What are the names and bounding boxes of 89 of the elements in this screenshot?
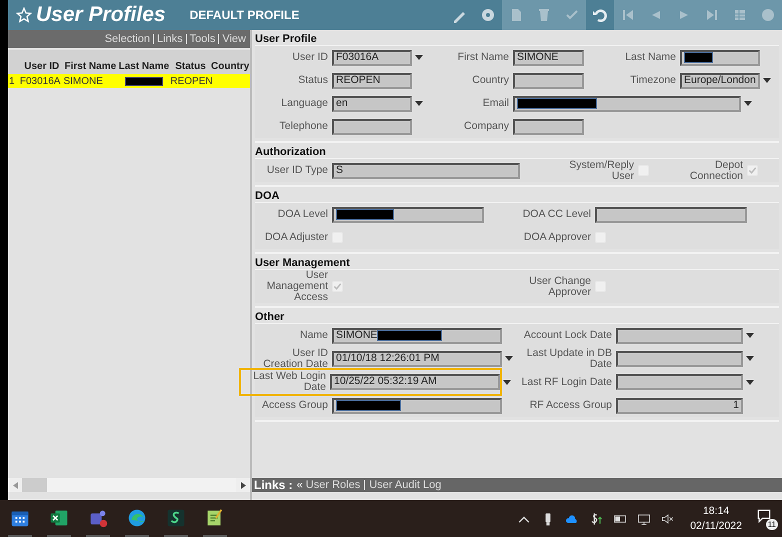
field-label: Timezone <box>629 75 677 86</box>
input-field[interactable] <box>595 206 747 222</box>
dropdown-caret-icon[interactable] <box>503 380 511 384</box>
section-title: DOA <box>255 189 280 202</box>
field-label: Last RF Login Date <box>520 376 613 388</box>
input-field[interactable] <box>680 50 760 66</box>
row-number: 1 <box>8 74 16 88</box>
field-label: DOA CC Level <box>522 209 592 220</box>
profile-name: DEFAULT PROFILE <box>190 7 300 24</box>
input-field[interactable] <box>332 206 484 222</box>
checkbox[interactable] <box>747 165 758 176</box>
collapse-icon[interactable]: « <box>296 476 303 494</box>
clock[interactable]: 18:14 02/11/2022 <box>690 504 742 534</box>
field-label: DOA Adjuster <box>264 232 329 243</box>
field-label: Company <box>463 121 510 132</box>
dropdown-caret-icon[interactable] <box>415 101 423 106</box>
field-label: Last Update in DB Date <box>526 348 613 370</box>
input-field[interactable]: Europe/London <box>680 72 760 88</box>
dropdown-caret-icon[interactable] <box>746 356 754 361</box>
input-field[interactable]: SIMONE <box>513 50 584 66</box>
field-label: RF Access Group <box>528 400 613 411</box>
column-header[interactable]: First Name <box>64 58 118 74</box>
field-label: DOA Level <box>276 209 329 220</box>
table-row[interactable]: 1 F03016A SIMONE REOPEN <box>8 74 250 88</box>
input-field[interactable] <box>616 374 743 390</box>
dropdown-caret-icon[interactable] <box>746 333 754 338</box>
field-label: Telephone <box>278 121 329 132</box>
table-cell-text: REOPEN <box>170 74 210 88</box>
input-field[interactable] <box>616 328 743 344</box>
input-field[interactable] <box>513 118 584 134</box>
scroll-right-icon[interactable] <box>240 482 246 488</box>
field-label: Email <box>482 98 510 109</box>
input-field[interactable] <box>513 72 584 88</box>
dropdown-caret-icon[interactable] <box>744 101 752 106</box>
input-field[interactable]: 01/10/18 12:26:01 PM <box>332 350 502 366</box>
field-label: User Change Approver <box>528 276 592 298</box>
column-header[interactable]: Country <box>210 58 250 74</box>
dropdown-caret-icon[interactable] <box>415 55 423 60</box>
field-label: Country <box>471 75 510 86</box>
star-icon[interactable] <box>16 7 32 23</box>
menu-link[interactable]: View <box>218 34 246 44</box>
field-label: Name <box>298 330 329 341</box>
input-field[interactable]: S <box>332 162 520 178</box>
field-label: First Name <box>456 52 510 63</box>
column-header[interactable]: User ID <box>20 58 64 74</box>
section-title: User Management <box>255 256 351 269</box>
field-label: Status <box>297 75 329 86</box>
field-label: User ID Type <box>266 165 329 176</box>
dropdown-caret-icon[interactable] <box>746 380 754 384</box>
input-field[interactable]: 1 <box>616 398 743 414</box>
field-label: Access Group <box>261 400 329 411</box>
link[interactable]: User Roles <box>306 480 360 490</box>
menu-link[interactable]: Links <box>152 34 183 44</box>
field-label: Language <box>280 98 329 109</box>
field-label: User Management Access <box>266 270 329 303</box>
column-header[interactable]: Status <box>170 58 210 74</box>
input-field[interactable] <box>332 118 412 134</box>
window-title: User Profiles <box>36 2 166 28</box>
dropdown-caret-icon[interactable] <box>763 78 771 83</box>
section-title: Authorization <box>255 145 327 158</box>
input-field[interactable]: 10/25/22 05:32:19 AM <box>330 374 500 390</box>
field-label: User ID <box>291 52 329 63</box>
input-field[interactable] <box>513 96 741 112</box>
horizontal-scrollbar[interactable] <box>22 478 236 492</box>
field-label: Account Lock Date <box>522 330 613 341</box>
table-cell-text: F03016A <box>20 74 62 88</box>
menu-link[interactable]: Selection <box>104 34 150 44</box>
notification-button[interactable]: 11 <box>756 508 778 530</box>
field-label: Last Name <box>624 52 677 63</box>
input-field[interactable]: SIMONE <box>332 328 502 344</box>
input-field[interactable]: F03016A <box>332 50 412 66</box>
table-cell-text: SIMONE <box>63 74 104 88</box>
input-field[interactable]: REOPEN <box>332 72 412 88</box>
link[interactable]: User Audit Log <box>364 480 442 490</box>
links-title: Links : <box>254 477 293 494</box>
dropdown-caret-icon[interactable] <box>505 356 513 361</box>
checkbox[interactable] <box>332 281 343 292</box>
input-field[interactable] <box>616 350 743 366</box>
input-field[interactable]: en <box>332 96 412 112</box>
field-label: DOA Approver <box>522 232 592 243</box>
field-label: System/Reply User <box>568 160 635 182</box>
field-label: Last Web Login Date <box>253 371 327 393</box>
section-title: User Profile <box>255 32 318 45</box>
field-label: User ID Creation Date <box>262 348 329 370</box>
field-label: Depot Connection <box>688 160 744 182</box>
input-field[interactable] <box>332 398 502 414</box>
section-title: Other <box>255 310 286 323</box>
column-header[interactable]: Last Name <box>117 58 171 74</box>
menu-link[interactable]: Tools <box>186 34 216 44</box>
